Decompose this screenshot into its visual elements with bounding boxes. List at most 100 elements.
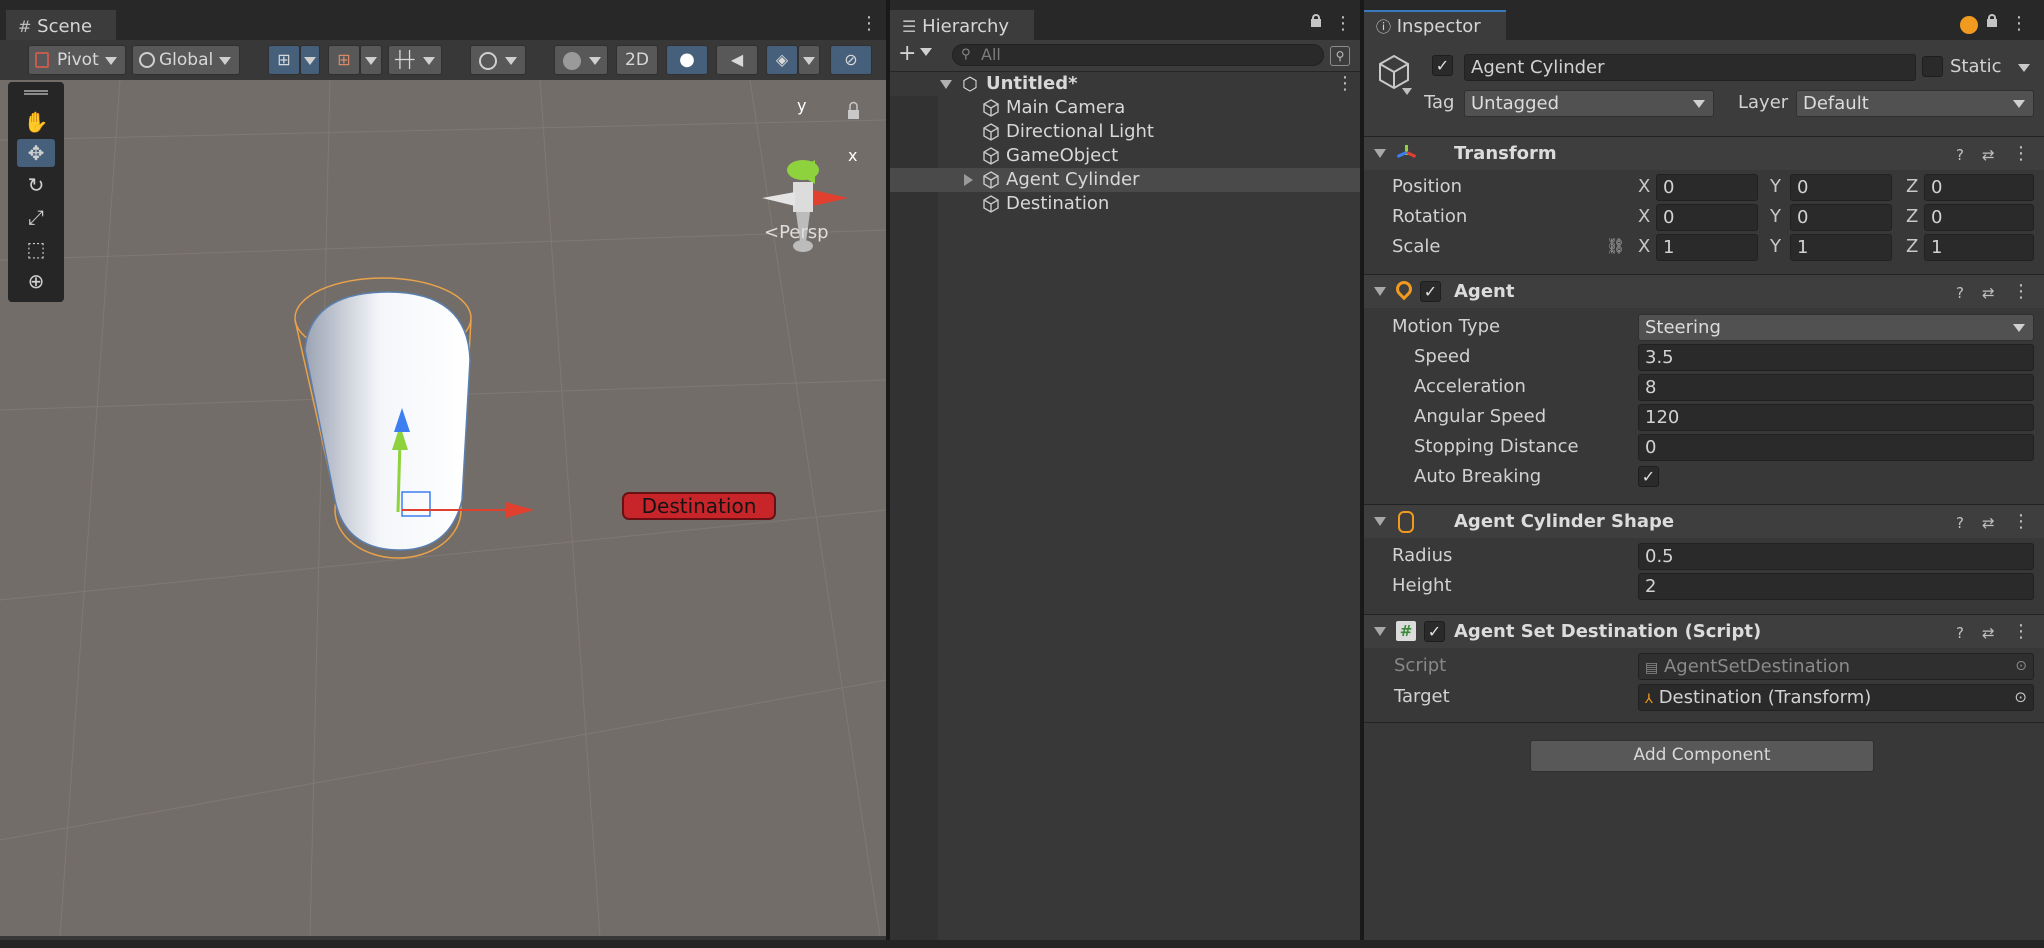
component-menu-icon[interactable]: ⋮ [2012, 512, 2030, 532]
effects-dropdown[interactable] [798, 45, 820, 75]
ruler-button[interactable]: ┼┼ [388, 45, 442, 75]
scene-menu-icon[interactable]: ⋮ [860, 14, 878, 34]
position-z-field[interactable]: 0 [1924, 174, 2034, 201]
speed-field[interactable]: 3.5 [1638, 344, 2034, 371]
hidden-objects-toggle[interactable]: ⊘ [830, 45, 872, 75]
lock-icon[interactable] [1986, 14, 1998, 27]
set-destination-header[interactable]: # ✓ Agent Set Destination (Script) ? ⇄ ⋮ [1364, 614, 2044, 648]
presets-icon[interactable]: ⇄ [1982, 514, 1995, 532]
tab-scene[interactable]: # Scene [6, 10, 116, 40]
scale-z-label[interactable]: Z [1906, 236, 1918, 258]
effects-button[interactable]: ◈ [766, 45, 798, 75]
set-destination-enabled-checkbox[interactable]: ✓ [1424, 621, 1445, 642]
auto-breaking-checkbox[interactable]: ✓ [1638, 466, 1659, 487]
help-icon[interactable]: ? [1956, 624, 1964, 642]
position-y-field[interactable]: 0 [1790, 174, 1892, 201]
inspector-menu-icon[interactable]: ⋮ [2010, 14, 2028, 34]
object-name-field[interactable]: Agent Cylinder [1464, 54, 1916, 81]
pivot-dropdown[interactable]: Pivot [28, 45, 126, 75]
component-menu-icon[interactable]: ⋮ [2012, 282, 2030, 302]
tools-drag-handle[interactable] [24, 90, 48, 95]
grid-snap-button[interactable]: ⊞ [268, 45, 300, 75]
scale-x-field[interactable]: 1 [1656, 234, 1758, 261]
increment-snap-dropdown[interactable] [360, 45, 382, 75]
transform-header[interactable]: Transform ? ⇄ ⋮ [1364, 136, 2044, 170]
destination-scene-label[interactable]: Destination [622, 492, 776, 520]
hierarchy-row-selected[interactable]: Agent Cylinder [890, 168, 1360, 192]
move-tool-button[interactable]: ✥ [17, 139, 55, 167]
scale-z-field[interactable]: 1 [1924, 234, 2034, 261]
rotation-x-field[interactable]: 0 [1656, 204, 1758, 231]
rect-tool-button[interactable]: ⬚ [17, 235, 55, 263]
position-y-label[interactable]: Y [1770, 176, 1781, 198]
add-component-button[interactable]: Add Component [1530, 740, 1874, 772]
height-field[interactable]: 2 [1638, 573, 2034, 600]
position-x-field[interactable]: 0 [1656, 174, 1758, 201]
agent-header[interactable]: ✓ Agent ? ⇄ ⋮ [1364, 274, 2044, 308]
icon-picker-caret[interactable] [1402, 88, 1412, 95]
hierarchy-menu-icon[interactable]: ⋮ [1334, 14, 1352, 34]
presets-icon[interactable]: ⇄ [1982, 146, 1995, 164]
tab-hierarchy[interactable]: ☰ Hierarchy [890, 10, 1034, 40]
increment-snap-button[interactable]: ⊞ [328, 45, 360, 75]
audio-toggle-button[interactable]: ◀ [716, 45, 758, 75]
rotation-z-label[interactable]: Z [1906, 206, 1918, 228]
rotation-y-field[interactable]: 0 [1790, 204, 1892, 231]
rotation-x-label[interactable]: X [1638, 206, 1650, 228]
scene-root-row[interactable]: ⬡ Untitled* ⋮ [890, 72, 1360, 96]
hierarchy-row[interactable]: Destination [890, 192, 1360, 216]
presets-icon[interactable]: ⇄ [1982, 284, 1995, 302]
lighting-toggle-button[interactable]: ● [666, 45, 708, 75]
hand-tool-button[interactable]: ✋ [17, 108, 55, 136]
expand-arrow-icon[interactable] [964, 174, 973, 186]
orientation-gizmo[interactable] [758, 100, 858, 220]
position-z-label[interactable]: Z [1906, 176, 1918, 198]
motion-type-dropdown[interactable]: Steering [1638, 314, 2034, 341]
tag-dropdown[interactable]: Untagged [1464, 90, 1714, 117]
shading-button[interactable] [554, 45, 608, 75]
shape-header[interactable]: Agent Cylinder Shape ? ⇄ ⋮ [1364, 504, 2044, 538]
grid-snap-dropdown[interactable] [300, 45, 320, 75]
radius-field[interactable]: 0.5 [1638, 543, 2034, 570]
layer-dropdown[interactable]: Default [1796, 90, 2034, 117]
component-menu-icon[interactable]: ⋮ [2012, 144, 2030, 164]
global-dropdown[interactable]: Global [132, 45, 240, 75]
component-menu-icon[interactable]: ⋮ [2012, 622, 2030, 642]
active-checkbox[interactable]: ✓ [1432, 55, 1453, 76]
help-icon[interactable]: ? [1956, 284, 1964, 302]
scale-x-label[interactable]: X [1638, 236, 1650, 258]
scene-viewport[interactable]: y x <Persp Destination ✋ ✥ ↻ ⤢ ⬚ ⊕ [0, 80, 886, 936]
acceleration-field[interactable]: 8 [1638, 374, 2034, 401]
hierarchy-row[interactable]: GameObject [890, 144, 1360, 168]
hierarchy-row[interactable]: Directional Light [890, 120, 1360, 144]
stopping-distance-field[interactable]: 0 [1638, 434, 2034, 461]
help-icon[interactable]: ? [1956, 146, 1964, 164]
target-field[interactable]: ⅄ Destination (Transform) ⊙ [1638, 684, 2034, 711]
agent-enabled-checkbox[interactable]: ✓ [1420, 281, 1441, 302]
help-icon[interactable]: ? [1956, 514, 1964, 532]
search-options-icon[interactable]: ⚲ [1330, 46, 1350, 66]
create-button[interactable]: + [898, 42, 938, 68]
angular-speed-field[interactable]: 120 [1638, 404, 2034, 431]
2d-toggle-button[interactable]: 2D [616, 45, 658, 75]
draw-mode-button[interactable] [470, 45, 526, 75]
perspective-toggle[interactable]: <Persp [764, 222, 829, 243]
object-picker-icon[interactable]: ⊙ [2014, 685, 2027, 710]
rotation-z-field[interactable]: 0 [1924, 204, 2034, 231]
transform-tool-button[interactable]: ⊕ [17, 267, 55, 295]
scale-y-label[interactable]: Y [1770, 236, 1781, 258]
presets-icon[interactable]: ⇄ [1982, 624, 1995, 642]
static-checkbox[interactable] [1922, 56, 1943, 77]
scale-y-field[interactable]: 1 [1790, 234, 1892, 261]
lock-icon[interactable] [1310, 14, 1322, 27]
hierarchy-row[interactable]: Main Camera [890, 96, 1360, 120]
hierarchy-search-input[interactable]: ⚲ All [952, 44, 1324, 66]
position-x-label[interactable]: X [1638, 176, 1650, 198]
rotation-y-label[interactable]: Y [1770, 206, 1781, 228]
constrain-proportions-icon[interactable]: ⛓ [1606, 237, 1625, 255]
tab-inspector[interactable]: ⓘ Inspector [1364, 10, 1506, 40]
static-dropdown-caret[interactable] [2018, 64, 2030, 72]
scale-tool-button[interactable]: ⤢ [17, 203, 55, 231]
scene-root-menu-icon[interactable]: ⋮ [1336, 74, 1354, 94]
rotate-tool-button[interactable]: ↻ [17, 171, 55, 199]
